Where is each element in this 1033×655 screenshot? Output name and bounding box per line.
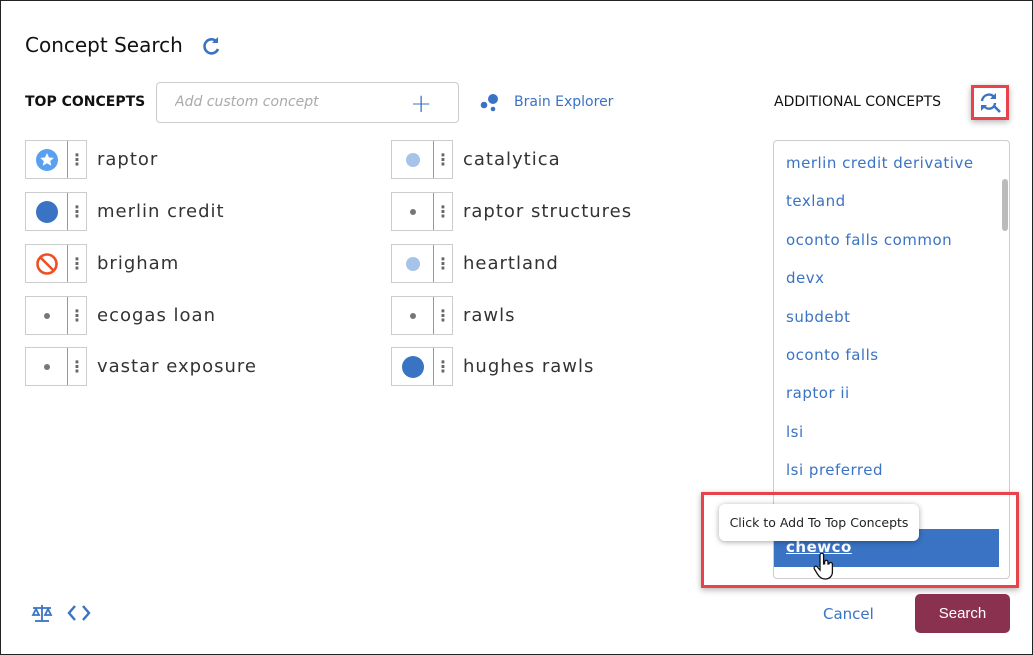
small-dot-icon[interactable] xyxy=(392,193,434,230)
balance-scale-icon[interactable] xyxy=(31,603,53,623)
concept-chip: ⋮ xyxy=(391,347,453,386)
concept-row: ⋮ heartland xyxy=(391,244,559,283)
refresh-search-icon[interactable] xyxy=(979,91,1001,113)
concept-chip: ⋮ xyxy=(391,244,453,283)
concept-row: ⋮ merlin credit xyxy=(25,192,225,231)
more-options-icon[interactable]: ⋮ xyxy=(434,141,452,178)
small-dot-icon[interactable] xyxy=(392,297,434,334)
scrollbar-thumb[interactable] xyxy=(1002,179,1008,231)
concept-label: raptor structures xyxy=(463,201,633,222)
list-item[interactable]: devx xyxy=(786,269,825,287)
page-title: Concept Search xyxy=(25,33,183,57)
concept-row: ⋮ catalytica xyxy=(391,140,561,179)
tooltip: Click to Add To Top Concepts xyxy=(719,504,919,541)
concept-label: hughes rawls xyxy=(463,356,595,377)
code-icon[interactable] xyxy=(67,604,91,622)
list-item[interactable]: subdebt xyxy=(786,308,851,326)
concept-chip: ⋮ xyxy=(25,192,87,231)
concept-chip: ⋮ xyxy=(391,140,453,179)
hand-cursor-icon xyxy=(813,553,834,580)
concept-label: ecogas loan xyxy=(97,305,216,326)
more-options-icon[interactable]: ⋮ xyxy=(68,348,86,385)
concept-chip: ⋮ xyxy=(25,347,87,386)
star-icon[interactable] xyxy=(26,141,68,178)
more-options-icon[interactable]: ⋮ xyxy=(434,297,452,334)
additional-concepts-label: ADDITIONAL CONCEPTS xyxy=(774,94,942,110)
brain-explorer-label: Brain Explorer xyxy=(514,94,614,110)
concept-label: raptor xyxy=(97,149,159,170)
concept-label: vastar exposure xyxy=(97,356,257,377)
concept-row: ⋮ ecogas loan xyxy=(25,296,216,335)
concept-row: ⋮ raptor structures xyxy=(391,192,632,231)
concept-row: ⋮ raptor xyxy=(25,140,158,179)
concept-label: rawls xyxy=(463,305,516,326)
concept-chip: ⋮ xyxy=(25,244,87,283)
concept-chip: ⋮ xyxy=(25,296,87,335)
concept-chip: ⋮ xyxy=(391,192,453,231)
small-dot-icon[interactable] xyxy=(26,348,68,385)
search-button[interactable]: Search xyxy=(915,594,1010,633)
add-concept-button[interactable]: + xyxy=(410,89,432,119)
brain-explorer-link[interactable]: Brain Explorer xyxy=(479,92,613,112)
custom-concept-input-wrapper: + xyxy=(156,82,459,123)
concept-chip: ⋮ xyxy=(391,296,453,335)
more-options-icon[interactable]: ⋮ xyxy=(68,297,86,334)
medium-dot-icon[interactable] xyxy=(392,141,434,178)
concept-row: ⋮ vastar exposure xyxy=(25,347,257,386)
list-item[interactable]: oconto falls common xyxy=(786,231,952,249)
concept-label: heartland xyxy=(463,253,559,274)
medium-dot-icon[interactable] xyxy=(392,245,434,282)
concept-row: ⋮ rawls xyxy=(391,296,516,335)
concept-row: ⋮ brigham xyxy=(25,244,179,283)
bubbles-icon xyxy=(480,94,498,112)
concept-label: catalytica xyxy=(463,149,561,170)
ban-icon[interactable] xyxy=(26,245,68,282)
more-options-icon[interactable]: ⋮ xyxy=(68,141,86,178)
custom-concept-input[interactable] xyxy=(175,94,395,110)
top-concepts-label: TOP CONCEPTS xyxy=(25,94,146,110)
more-options-icon[interactable]: ⋮ xyxy=(434,348,452,385)
list-item[interactable]: merlin credit derivative xyxy=(786,154,974,172)
concept-chip: ⋮ xyxy=(25,140,87,179)
list-item[interactable]: lsi preferred xyxy=(786,461,883,479)
more-options-icon[interactable]: ⋮ xyxy=(434,245,452,282)
small-dot-icon[interactable] xyxy=(26,297,68,334)
list-item[interactable]: oconto falls xyxy=(786,346,879,364)
cancel-button[interactable]: Cancel xyxy=(823,605,874,623)
concept-label: merlin credit xyxy=(97,201,225,222)
large-dot-icon[interactable] xyxy=(26,193,68,230)
concept-row: ⋮ hughes rawls xyxy=(391,347,594,386)
more-options-icon[interactable]: ⋮ xyxy=(68,245,86,282)
list-item[interactable]: lsi xyxy=(786,423,804,441)
more-options-icon[interactable]: ⋮ xyxy=(434,193,452,230)
list-item[interactable]: raptor ii xyxy=(786,384,850,402)
concept-label: brigham xyxy=(97,253,180,274)
large-dot-icon[interactable] xyxy=(392,348,434,385)
more-options-icon[interactable]: ⋮ xyxy=(68,193,86,230)
list-item[interactable]: texland xyxy=(786,192,846,210)
refresh-icon[interactable] xyxy=(199,34,223,58)
